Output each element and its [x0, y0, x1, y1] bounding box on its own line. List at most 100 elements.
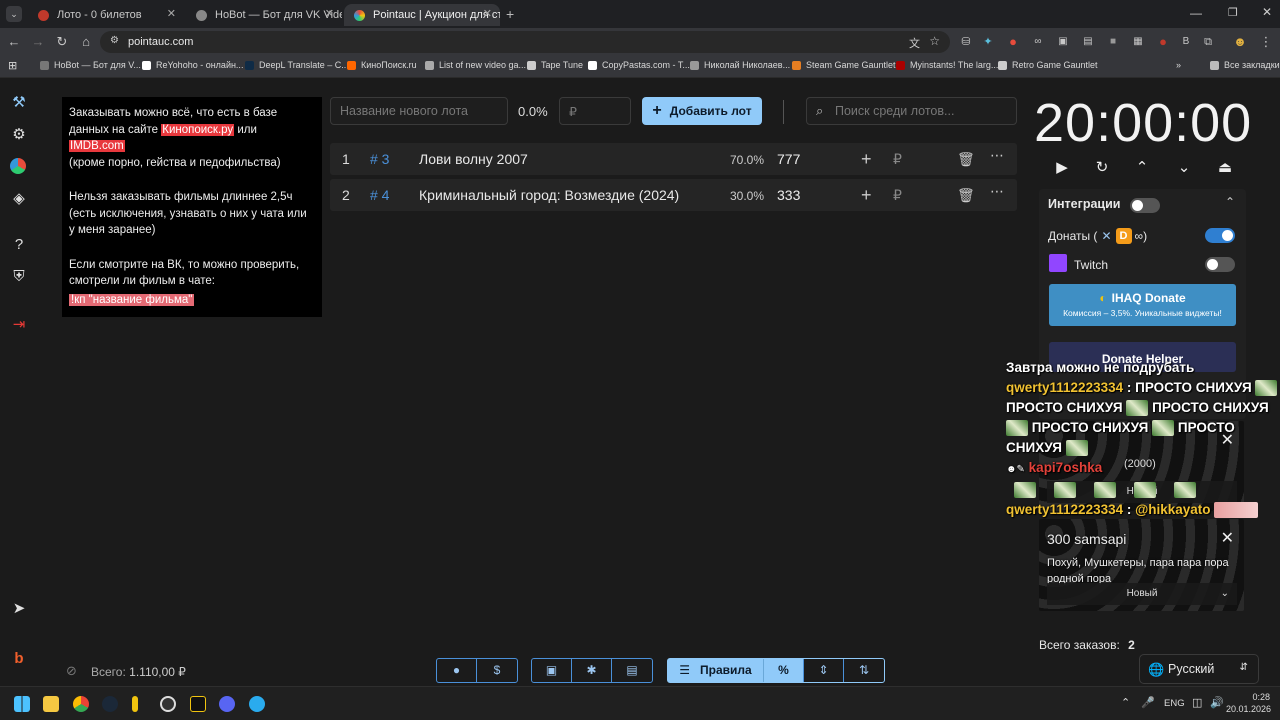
close-tab-icon[interactable]: ✕	[483, 7, 492, 20]
more-options-icon[interactable]: ⋯	[990, 183, 1004, 200]
bookmark-item[interactable]: Myinstants! The larg...	[896, 60, 998, 70]
donations-toggle[interactable]	[1205, 228, 1235, 243]
add-amount-icon[interactable]: +	[861, 185, 872, 206]
dollar-icon[interactable]: $	[477, 659, 517, 682]
extension-icon[interactable]: ●	[1155, 34, 1171, 50]
network-icon[interactable]: ◫	[1192, 696, 1202, 709]
file-explorer-icon[interactable]	[43, 696, 59, 712]
lot-search-input[interactable]: ⌕ Поиск среди лотов...	[806, 97, 1017, 125]
site-info-icon[interactable]: ⚙	[110, 35, 119, 46]
more-bookmarks-icon[interactable]: »	[1176, 60, 1181, 70]
lot-amount[interactable]: 333	[777, 187, 800, 203]
wheel-icon[interactable]	[10, 158, 26, 174]
telegram-icon[interactable]: ➤	[10, 600, 28, 618]
extensions-puzzle-icon[interactable]: ⧉	[1200, 34, 1216, 50]
rules-button[interactable]: ☰ Правила	[668, 659, 764, 682]
lot-row[interactable]: 2 # 4 Криминальный город: Возмездие (202…	[330, 179, 1017, 211]
extension-icon[interactable]: ✦	[980, 34, 996, 50]
minimize-window-icon[interactable]: —	[1190, 6, 1202, 20]
new-lot-amount-input[interactable]: ₽	[559, 97, 631, 125]
extension-icon[interactable]: ⛁	[958, 34, 974, 50]
telegram-taskbar-icon[interactable]	[249, 696, 265, 712]
language-select[interactable]: 🌐 Русский ⇵	[1139, 654, 1259, 684]
windows-start-icon[interactable]	[14, 696, 30, 712]
help-icon[interactable]: ?	[10, 236, 28, 254]
hide-eye-icon[interactable]: ⊘	[66, 663, 77, 679]
home-icon[interactable]: ⌂	[78, 34, 94, 50]
browser-menu-icon[interactable]: ⋮	[1258, 34, 1274, 50]
volume-icon[interactable]: 🔊	[1210, 696, 1224, 709]
extension-icon[interactable]: ▣	[1055, 34, 1071, 50]
address-bar[interactable]: ⚙ pointauc.com 文 ☆	[100, 31, 950, 53]
reload-icon[interactable]: ↻	[54, 34, 70, 50]
kinopoisk-link[interactable]: Кинопоиск.ру	[161, 123, 235, 136]
bookmark-item[interactable]: Steam Game Gauntlet	[792, 60, 896, 70]
github-icon[interactable]: ●	[437, 659, 477, 682]
bug-icon[interactable]: ✱	[572, 659, 612, 682]
decrease-time-icon[interactable]: ⌄	[1175, 158, 1193, 176]
tray-clock[interactable]: 0:28 20.01.2026	[1226, 691, 1271, 715]
collapse-chevron-icon[interactable]: ⌃	[1225, 195, 1235, 209]
lot-row[interactable]: 1 # 3 Лови волну 2007 70.0% 777 + ₽ 🗑 ⋯	[330, 143, 1017, 175]
close-window-icon[interactable]: ✕	[1262, 5, 1272, 19]
compress-icon[interactable]: ⇕	[804, 659, 844, 682]
microphone-icon[interactable]: 🎤	[1141, 696, 1155, 709]
translate-icon[interactable]: 文	[909, 35, 920, 51]
boosty-icon[interactable]: b	[10, 650, 28, 668]
lot-id[interactable]: # 3	[370, 151, 389, 167]
all-bookmarks-folder[interactable]: Все закладки	[1210, 60, 1280, 70]
bookmark-star-icon[interactable]: ☆	[929, 34, 940, 48]
lot-name[interactable]: Криминальный город: Возмездие (2024)	[419, 187, 679, 203]
apps-grid-icon[interactable]: ⊞	[8, 59, 17, 72]
bookmark-item[interactable]: DeepL Translate – C...	[245, 60, 349, 70]
logout-icon[interactable]: ⇥	[10, 316, 28, 334]
app-icon[interactable]	[190, 696, 206, 712]
chrome-icon[interactable]	[73, 696, 89, 712]
layers-icon[interactable]: ◈	[10, 190, 28, 208]
extension-icon[interactable]: ●	[1005, 34, 1021, 50]
browser-tab-active[interactable]: Pointauc | Аукцион для стрим ✕	[344, 4, 500, 26]
obs-icon[interactable]	[160, 696, 176, 712]
discord-icon[interactable]	[219, 696, 235, 712]
shield-icon[interactable]: ⛨	[10, 268, 28, 286]
delete-trash-icon[interactable]: 🗑	[957, 187, 975, 204]
extension-icon[interactable]: ∞	[1030, 34, 1046, 50]
new-tab-icon[interactable]: +	[506, 6, 514, 22]
play-icon[interactable]: ▶	[1053, 158, 1071, 176]
bookmark-item[interactable]: CopyPastas.com - T...	[588, 60, 690, 70]
sort-icon[interactable]: ⇅	[844, 659, 884, 682]
more-options-icon[interactable]: ⋯	[990, 147, 1004, 164]
restore-window-icon[interactable]: ❐	[1228, 6, 1238, 19]
add-amount-icon[interactable]: +	[861, 149, 872, 170]
ruble-icon[interactable]: ₽	[893, 187, 902, 204]
delete-trash-icon[interactable]: 🗑	[957, 151, 975, 168]
close-icon[interactable]: ✕	[1221, 528, 1234, 548]
double-increase-icon[interactable]: ⏏	[1216, 158, 1234, 176]
increase-time-icon[interactable]: ⌃	[1133, 158, 1151, 176]
integrations-toggle[interactable]	[1130, 198, 1160, 213]
bookmark-item[interactable]: HoBot — Бот для V...	[40, 60, 141, 70]
clear-lots-icon[interactable]: ▤	[612, 659, 652, 682]
back-icon[interactable]: ←	[6, 34, 22, 50]
lot-amount[interactable]: 777	[777, 151, 800, 167]
bookmark-item[interactable]: ReYohoho - онлайн...	[142, 60, 243, 70]
close-tab-icon[interactable]: ✕	[325, 7, 334, 20]
profile-avatar-icon[interactable]: ☻	[1232, 34, 1248, 50]
forward-icon[interactable]: →	[30, 34, 46, 50]
extension-icon[interactable]: ■	[1105, 34, 1121, 50]
twitch-toggle[interactable]	[1205, 257, 1235, 272]
extension-icon[interactable]: ▦	[1130, 34, 1146, 50]
bookmark-item[interactable]: Tape Tune	[527, 60, 583, 70]
lot-name[interactable]: Лови волну 2007	[419, 151, 528, 167]
settings-gear-icon[interactable]: ⚙	[10, 126, 28, 144]
tray-chevron-icon[interactable]: ⌃	[1121, 696, 1130, 709]
percent-toggle-icon[interactable]: %	[764, 659, 804, 682]
bookmark-item[interactable]: КиноПоиск.ru	[347, 60, 417, 70]
imdb-link[interactable]: IMDB.com	[69, 140, 125, 152]
tab-search-icon[interactable]: ⌄	[6, 6, 22, 22]
browser-tab[interactable]: Лото - 0 билетов ✕	[28, 4, 184, 26]
close-tab-icon[interactable]: ✕	[167, 7, 176, 20]
extension-icon[interactable]: B	[1178, 34, 1194, 50]
add-lot-button[interactable]: + Добавить лот	[642, 97, 762, 125]
auction-gavel-icon[interactable]: ⚒	[10, 94, 28, 112]
